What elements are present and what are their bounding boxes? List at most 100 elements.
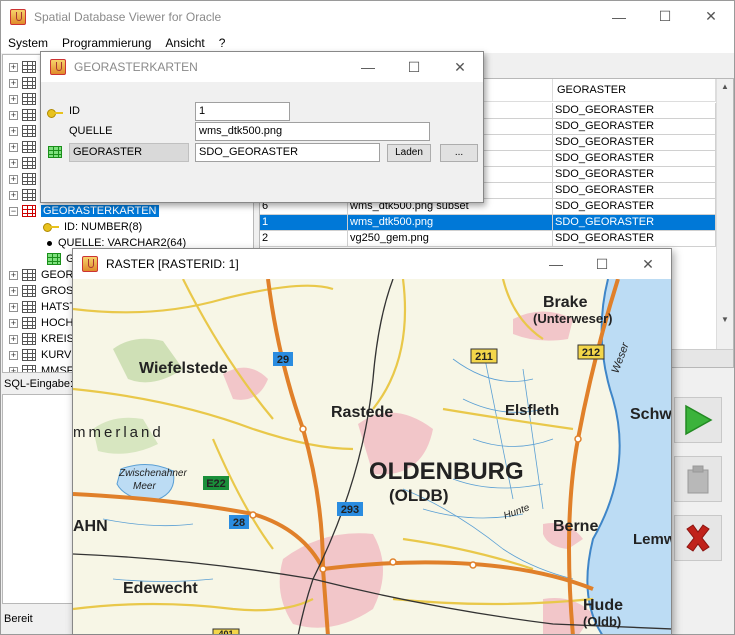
raster-minimize-button[interactable]: — [533, 249, 579, 279]
tree-node[interactable]: + [3, 171, 41, 187]
expand-icon[interactable]: + [9, 94, 18, 104]
expand-icon[interactable]: + [9, 62, 18, 72]
table-icon [22, 189, 36, 201]
table-cell-georaster[interactable]: SDO_GEORASTER [553, 183, 716, 199]
place-hude-oldb: (Oldb) [583, 614, 621, 629]
expand-icon[interactable]: + [9, 126, 18, 136]
table-row[interactable]: 1 wms_dtk500.png SDO_GEORASTER [260, 215, 716, 231]
scroll-up-icon[interactable]: ▲ [721, 82, 729, 91]
tree-node[interactable]: + [3, 91, 41, 107]
lake-meer: Meer [133, 481, 156, 492]
expand-icon[interactable]: + [9, 158, 18, 168]
tree-node[interactable]: + KREIS [3, 331, 74, 347]
tree-node[interactable]: + KURVE [3, 347, 79, 363]
place-berne: Berne [553, 518, 598, 535]
maximize-button[interactable]: ☐ [642, 1, 688, 32]
tree-node[interactable]: + [3, 123, 41, 139]
tree-node[interactable]: + HOCHS [3, 315, 81, 331]
run-sql-button[interactable] [674, 397, 722, 443]
tree-node[interactable]: + [3, 187, 41, 203]
tree-node[interactable]: + HATST [3, 299, 76, 315]
tree-node-label[interactable]: MMSF [41, 365, 73, 372]
key-icon [43, 223, 59, 232]
place-hahn: AHN [73, 518, 108, 535]
dialog-close-button[interactable]: ✕ [437, 52, 483, 82]
tree-node[interactable]: + [3, 59, 41, 75]
table-cell-quelle[interactable]: wms_dtk500.png [348, 215, 553, 231]
tree-node[interactable]: + [3, 107, 41, 123]
minimize-button[interactable]: — [596, 1, 642, 32]
menu-bar: System Programmierung Ansicht ? [1, 32, 734, 53]
load-button[interactable]: Laden [387, 144, 431, 162]
raster-maximize-button[interactable]: ☐ [579, 249, 625, 279]
table-icon [22, 141, 36, 153]
raster-map-image[interactable]: 29 211 212 E22 28 293 401 Wiefelstede Ra… [73, 279, 671, 634]
dialog-maximize-button[interactable]: ☐ [391, 52, 437, 82]
java-app-icon [50, 59, 66, 75]
table-icon [22, 157, 36, 169]
road-number-401: 401 [212, 628, 240, 634]
table-cell-georaster[interactable]: SDO_GEORASTER [553, 135, 716, 151]
table-cell-georaster[interactable]: SDO_GEORASTER [553, 215, 716, 231]
tree-node[interactable]: + GEORA [3, 267, 81, 283]
table-cell-georaster[interactable]: SDO_GEORASTER [553, 231, 716, 247]
table-row[interactable]: 2 vg250_gem.png SDO_GEORASTER [260, 231, 716, 247]
clear-sql-button[interactable] [674, 456, 722, 502]
dialog-title: GEORASTERKARTEN [74, 60, 198, 74]
expand-icon[interactable]: + [9, 350, 18, 360]
tree-node-label[interactable]: KREIS [41, 333, 74, 345]
expand-icon[interactable]: + [9, 142, 18, 152]
expand-icon[interactable]: + [9, 302, 18, 312]
expand-icon[interactable]: + [9, 334, 18, 344]
expand-icon[interactable]: + [9, 318, 18, 328]
expand-icon[interactable]: + [9, 78, 18, 88]
table-cell-id[interactable]: 1 [260, 215, 348, 231]
close-button[interactable]: ✕ [688, 1, 734, 32]
svg-text:293: 293 [341, 504, 359, 516]
lake-zwischenahner: Zwischenahner [118, 468, 187, 479]
sql-input-area[interactable] [2, 394, 74, 604]
expand-icon[interactable]: + [9, 366, 18, 372]
id-field[interactable]: 1 [195, 102, 290, 121]
collapse-icon[interactable]: − [9, 206, 18, 216]
table-cell-quelle[interactable]: vg250_gem.png [348, 231, 553, 247]
tree-child-id[interactable]: ID: NUMBER(8) [43, 219, 142, 235]
tree-node-label[interactable]: GEORASTERKARTEN [41, 205, 159, 217]
tree-child-label[interactable]: ID: NUMBER(8) [64, 221, 142, 233]
dialog-minimize-button[interactable]: — [345, 52, 391, 82]
table-cell-georaster[interactable]: SDO_GEORASTER [553, 151, 716, 167]
tree-node[interactable]: + [3, 139, 41, 155]
table-vertical-scrollbar[interactable]: ▲ ▼ [716, 79, 733, 349]
menu-help[interactable]: ? [212, 36, 233, 50]
raster-close-button[interactable]: ✕ [625, 249, 671, 279]
tree-node[interactable]: + GROSS [3, 283, 81, 299]
menu-programmierung[interactable]: Programmierung [55, 36, 158, 50]
expand-icon[interactable]: + [9, 270, 18, 280]
tree-child-georaster[interactable]: G [47, 251, 75, 267]
menu-system[interactable]: System [1, 36, 55, 50]
menu-ansicht[interactable]: Ansicht [158, 36, 211, 50]
tree-node-label[interactable]: HATST [41, 301, 76, 313]
scroll-down-icon[interactable]: ▼ [721, 315, 729, 324]
expand-icon[interactable]: + [9, 110, 18, 120]
status-text: Bereit [4, 613, 33, 625]
tree-node[interactable]: + MMSF [3, 363, 73, 372]
column-header-georaster[interactable]: GEORASTER [553, 79, 716, 102]
table-cell-georaster[interactable]: SDO_GEORASTER [553, 199, 716, 215]
road-number-e22: E22 [203, 476, 229, 490]
quelle-field[interactable]: wms_dtk500.png [195, 122, 430, 141]
table-cell-id[interactable]: 2 [260, 231, 348, 247]
georaster-field[interactable]: SDO_GEORASTER [195, 143, 380, 162]
tree-node-georasterkarten[interactable]: − GEORASTERKARTEN [3, 203, 159, 219]
tree-node[interactable]: + [3, 75, 41, 91]
place-rastede: Rastede [331, 404, 393, 421]
table-cell-georaster[interactable]: SDO_GEORASTER [553, 119, 716, 135]
expand-icon[interactable]: + [9, 190, 18, 200]
expand-icon[interactable]: + [9, 174, 18, 184]
expand-icon[interactable]: + [9, 286, 18, 296]
table-cell-georaster[interactable]: SDO_GEORASTER [553, 167, 716, 183]
browse-button[interactable]: ... [440, 144, 478, 162]
table-cell-georaster[interactable]: SDO_GEORASTER [553, 103, 716, 119]
cancel-sql-button[interactable] [674, 515, 722, 561]
tree-node[interactable]: + [3, 155, 41, 171]
